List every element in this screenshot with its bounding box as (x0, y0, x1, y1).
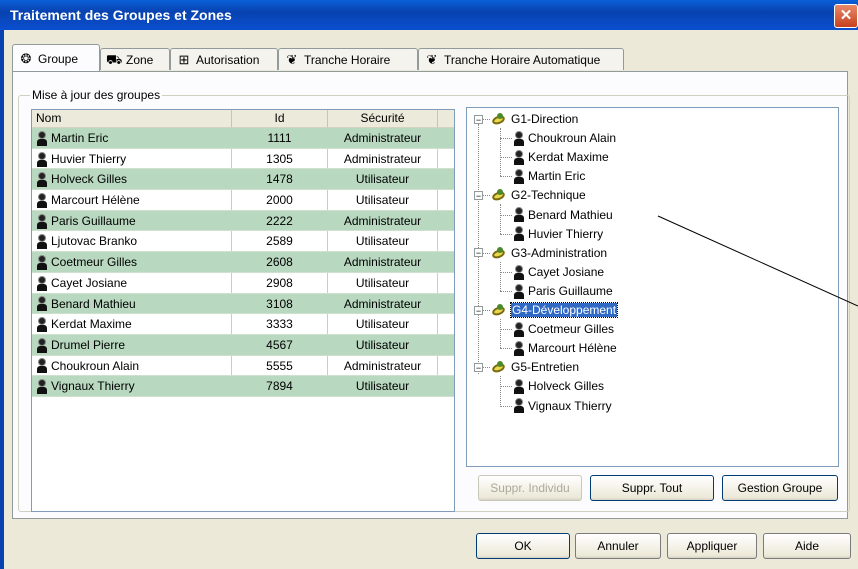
tab-groupe[interactable]: ❂ Groupe (12, 44, 100, 71)
annotation-arrow (657, 215, 858, 307)
annotation-line (657, 215, 858, 307)
group-icon: ❂ (20, 51, 32, 66)
tab-label: Groupe (38, 52, 79, 66)
